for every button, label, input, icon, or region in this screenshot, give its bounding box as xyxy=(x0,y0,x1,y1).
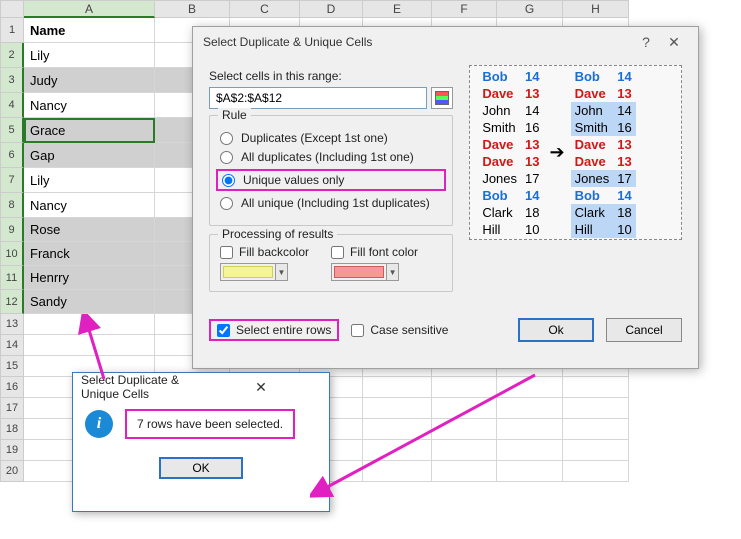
processing-group-title: Processing of results xyxy=(218,227,337,241)
cell[interactable] xyxy=(432,377,497,398)
cell[interactable]: Lily xyxy=(24,168,155,193)
preview-panel: Bob14Dave13John14Smith16Dave13Dave13Jone… xyxy=(469,65,682,240)
col-header-G[interactable]: G xyxy=(497,0,563,18)
col-header-F[interactable]: F xyxy=(432,0,497,18)
col-header-H[interactable]: H xyxy=(563,0,629,18)
row-header[interactable]: 1 xyxy=(0,18,24,43)
range-input[interactable] xyxy=(209,87,427,109)
row-header[interactable]: 18 xyxy=(0,419,24,440)
cell[interactable]: Lily xyxy=(24,43,155,68)
row-header[interactable]: 11 xyxy=(0,266,24,290)
row-header[interactable]: 7 xyxy=(0,168,24,193)
row-header[interactable]: 17 xyxy=(0,398,24,419)
cell[interactable]: Rose xyxy=(24,218,155,242)
rule-group-title: Rule xyxy=(218,108,251,122)
arrow-right-icon: ➔ xyxy=(550,142,565,163)
cell[interactable] xyxy=(497,461,563,482)
ok-button[interactable]: Ok xyxy=(518,318,594,342)
row-header[interactable]: 3 xyxy=(0,68,24,93)
cell[interactable] xyxy=(563,461,629,482)
row-header[interactable]: 20 xyxy=(0,461,24,482)
cell[interactable]: Name xyxy=(24,18,155,43)
row-header[interactable]: 15 xyxy=(0,356,24,377)
cell[interactable]: Nancy xyxy=(24,93,155,118)
cell[interactable] xyxy=(363,398,432,419)
cell[interactable] xyxy=(497,440,563,461)
cell[interactable]: Franck xyxy=(24,242,155,266)
range-picker-button[interactable] xyxy=(431,87,453,109)
cell[interactable] xyxy=(363,419,432,440)
cell[interactable] xyxy=(563,440,629,461)
radio-unique-only[interactable]: Unique values only xyxy=(216,169,446,191)
row-header[interactable]: 5 xyxy=(0,118,24,143)
cell[interactable]: Grace xyxy=(24,118,155,143)
backcolor-swatch[interactable]: ▼ xyxy=(220,263,288,281)
cell[interactable] xyxy=(363,377,432,398)
cell[interactable]: Henrry xyxy=(24,266,155,290)
dialog-select-duplicate-unique: Select Duplicate & Unique Cells ? ✕ Sele… xyxy=(192,26,699,369)
cell[interactable]: Gap xyxy=(24,143,155,168)
cell[interactable] xyxy=(497,398,563,419)
radio-all-duplicates[interactable]: All duplicates (Including 1st one) xyxy=(220,150,442,164)
radio-all-unique[interactable]: All unique (Including 1st duplicates) xyxy=(220,196,442,210)
cell[interactable] xyxy=(24,335,155,356)
cell[interactable] xyxy=(497,377,563,398)
check-fill-backcolor[interactable]: Fill backcolor xyxy=(220,245,309,259)
row-header[interactable]: 16 xyxy=(0,377,24,398)
col-header-A[interactable]: A xyxy=(24,0,155,18)
cell[interactable] xyxy=(432,461,497,482)
cell[interactable] xyxy=(563,377,629,398)
select-all-corner[interactable] xyxy=(0,0,24,18)
cancel-button[interactable]: Cancel xyxy=(606,318,682,342)
cell[interactable]: Sandy xyxy=(24,290,155,314)
dialog-result: Select Duplicate & Unique Cells ✕ i 7 ro… xyxy=(72,372,330,512)
result-message: 7 rows have been selected. xyxy=(125,409,295,439)
dialog2-title: Select Duplicate & Unique Cells xyxy=(81,373,201,401)
cell[interactable] xyxy=(563,419,629,440)
col-header-B[interactable]: B xyxy=(155,0,230,18)
row-header[interactable]: 8 xyxy=(0,193,24,218)
cell[interactable]: Judy xyxy=(24,68,155,93)
cell[interactable] xyxy=(432,440,497,461)
row-header[interactable]: 2 xyxy=(0,43,24,68)
cell[interactable] xyxy=(363,440,432,461)
dialog-title: Select Duplicate & Unique Cells xyxy=(203,35,632,49)
row-header[interactable]: 4 xyxy=(0,93,24,118)
ok-button[interactable]: OK xyxy=(159,457,243,479)
col-header-D[interactable]: D xyxy=(300,0,363,18)
help-icon[interactable]: ? xyxy=(632,34,660,50)
row-header[interactable]: 9 xyxy=(0,218,24,242)
col-header-C[interactable]: C xyxy=(230,0,300,18)
chevron-down-icon: ▼ xyxy=(386,264,398,280)
check-case-sensitive[interactable]: Case sensitive xyxy=(351,323,448,337)
cell[interactable] xyxy=(563,398,629,419)
cell[interactable] xyxy=(432,419,497,440)
col-header-E[interactable]: E xyxy=(363,0,432,18)
select-range-label: Select cells in this range: xyxy=(209,69,453,83)
grid-icon xyxy=(435,91,449,105)
check-fill-fontcolor[interactable]: Fill font color xyxy=(331,245,418,259)
cell[interactable]: Nancy xyxy=(24,193,155,218)
cell[interactable] xyxy=(497,419,563,440)
row-header[interactable]: 19 xyxy=(0,440,24,461)
close-icon[interactable]: ✕ xyxy=(660,34,688,51)
fontcolor-swatch[interactable]: ▼ xyxy=(331,263,399,281)
row-header[interactable]: 14 xyxy=(0,335,24,356)
check-select-entire-rows[interactable]: Select entire rows xyxy=(209,319,339,341)
cell[interactable] xyxy=(432,398,497,419)
row-header[interactable]: 10 xyxy=(0,242,24,266)
rule-group: Rule Duplicates (Except 1st one) All dup… xyxy=(209,115,453,226)
info-icon: i xyxy=(85,410,113,438)
processing-group: Processing of results Fill backcolor ▼ F… xyxy=(209,234,453,292)
row-header[interactable]: 6 xyxy=(0,143,24,168)
close-icon[interactable]: ✕ xyxy=(201,379,321,396)
cell[interactable] xyxy=(363,461,432,482)
chevron-down-icon: ▼ xyxy=(275,264,287,280)
cell[interactable] xyxy=(24,314,155,335)
row-header[interactable]: 13 xyxy=(0,314,24,335)
row-header[interactable]: 12 xyxy=(0,290,24,314)
radio-duplicates-except-first[interactable]: Duplicates (Except 1st one) xyxy=(220,131,442,145)
